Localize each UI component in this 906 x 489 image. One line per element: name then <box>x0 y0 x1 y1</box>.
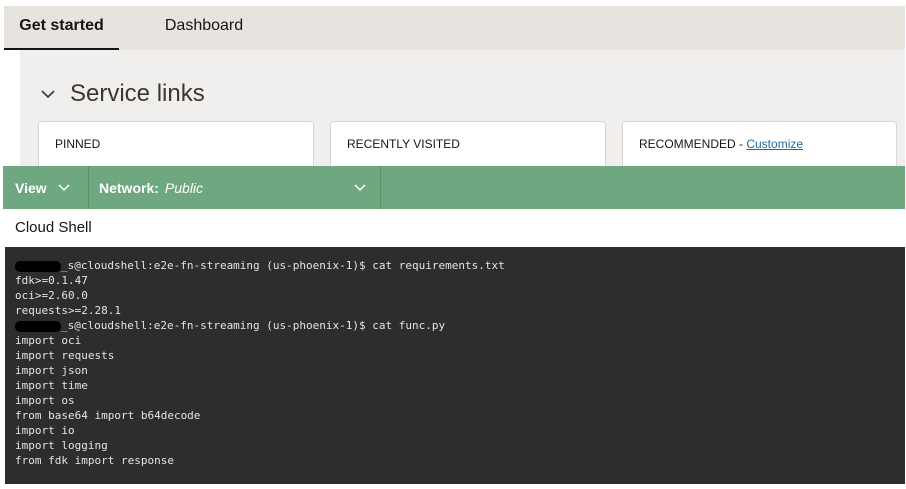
customize-link[interactable]: Customize <box>746 137 803 151</box>
terminal-line-text: fdk>=0.1.47 <box>15 274 88 287</box>
network-label: Network: <box>99 179 159 196</box>
terminal-line: import requests <box>5 348 905 363</box>
terminal-line-text: import json <box>15 364 88 377</box>
terminal-line: import logging <box>5 438 905 453</box>
network-select[interactable]: Network: Public <box>89 166 381 209</box>
terminal-line-text: import time <box>15 379 88 392</box>
terminal-line-text: requests>=2.28.1 <box>15 304 121 317</box>
terminal-line-text: import logging <box>15 439 108 452</box>
terminal-line-text: import requests <box>15 349 115 362</box>
tab-dashboard[interactable]: Dashboard <box>144 6 264 50</box>
terminal-line: _s@cloudshell:e2e-fn-streaming (us-phoen… <box>5 258 905 273</box>
terminal-line: oci>=2.60.0 <box>5 288 905 303</box>
terminal-line: import json <box>5 363 905 378</box>
terminal-line: _s@cloudshell:e2e-fn-streaming (us-phoen… <box>5 318 905 333</box>
card-label: RECENTLY VISITED <box>347 137 460 151</box>
terminal-line-text: _s@cloudshell:e2e-fn-streaming (us-phoen… <box>61 319 446 332</box>
terminal-line-text: oci>=2.60.0 <box>15 289 88 302</box>
cloud-shell-title: Cloud Shell <box>5 209 905 247</box>
terminal-line-text: import oci <box>15 334 82 347</box>
chevron-down-icon <box>41 90 55 99</box>
terminal-line-text: _s@cloudshell:e2e-fn-streaming (us-phoen… <box>61 259 505 272</box>
terminal-line: import os <box>5 393 905 408</box>
pinned-card: PINNED <box>38 121 314 171</box>
view-label: View <box>15 179 47 196</box>
terminal-line: from fdk import response <box>5 453 905 468</box>
terminal-output[interactable]: _s@cloudshell:e2e-fn-streaming (us-phoen… <box>5 247 905 484</box>
terminal-line-text: from base64 import b64decode <box>15 409 201 422</box>
top-tab-bar: Get started Dashboard <box>4 6 905 50</box>
terminal-line: import time <box>5 378 905 393</box>
chevron-down-icon <box>58 184 70 192</box>
tab-get-started[interactable]: Get started <box>4 6 119 50</box>
terminal-line: fdk>=0.1.47 <box>5 273 905 288</box>
recently-visited-card: RECENTLY VISITED <box>330 121 606 171</box>
terminal-line: import io <box>5 423 905 438</box>
terminal-line-text: import io <box>15 424 75 437</box>
terminal-line: from base64 import b64decode <box>5 408 905 423</box>
view-menu-button[interactable]: View <box>3 166 89 209</box>
redacted-username <box>15 320 61 332</box>
chevron-down-icon <box>354 184 366 192</box>
section-title: Service links <box>70 80 205 107</box>
card-label: PINNED <box>55 137 101 151</box>
terminal-line-text: import os <box>15 394 75 407</box>
cloud-shell-toolbar: View Network: Public <box>3 166 905 209</box>
card-label: RECOMMENDED - <box>639 137 747 151</box>
terminal-line: import oci <box>5 333 905 348</box>
redacted-username <box>15 260 61 272</box>
terminal-line: requests>=2.28.1 <box>5 303 905 318</box>
recommended-card: RECOMMENDED - Customize <box>622 121 897 171</box>
network-value: Public <box>164 179 204 196</box>
terminal-line-text: from fdk import response <box>15 454 174 467</box>
bottom-border <box>5 484 905 489</box>
service-links-toggle[interactable]: Service links <box>38 76 205 112</box>
